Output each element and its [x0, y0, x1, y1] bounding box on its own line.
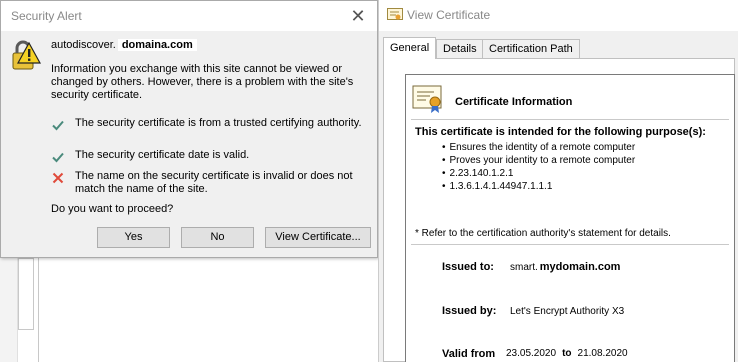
validity-range: 23.05.2020 to 21.08.2020 — [506, 348, 628, 359]
view-certificate-dialog: View Certificate General Details Certifi… — [378, 0, 738, 362]
certificate-tabs: General Details Certification Path — [383, 37, 735, 59]
background-window-strip — [0, 258, 18, 362]
check-text: The security certificate date is valid. — [75, 149, 250, 161]
check-text: The name on the security certificate is … — [75, 170, 353, 195]
valid-to-word: to — [562, 348, 572, 359]
valid-to-date: 21.08.2020 — [577, 348, 628, 359]
issued-to-label: Issued to: — [442, 261, 494, 273]
purpose-heading: This certificate is intended for the fol… — [415, 126, 706, 138]
view-certificate-titlebar: View Certificate — [379, 0, 738, 31]
background-window-panel — [18, 258, 34, 330]
view-certificate-title: View Certificate — [407, 8, 491, 22]
purpose-item: 2.23.140.1.2.1 — [442, 167, 635, 180]
certificate-icon — [387, 8, 403, 20]
green-check-icon — [52, 120, 64, 131]
issued-to-prefix: smart. — [510, 262, 538, 273]
close-button[interactable]: ✕ — [345, 3, 371, 29]
padlock-warning-icon — [12, 40, 41, 70]
check-text: The security certificate is from a trust… — [75, 117, 362, 129]
divider — [411, 244, 729, 245]
yes-button[interactable]: Yes — [97, 227, 170, 248]
refer-note: * Refer to the certification authority's… — [415, 228, 671, 239]
proceed-question: Do you want to proceed? — [51, 203, 174, 215]
background-window-divider — [38, 258, 39, 362]
certificate-info-box: Certificate Information This certificate… — [405, 74, 735, 362]
valid-from-label: Valid from — [442, 348, 496, 360]
issued-to-value: smart. mydomain.com — [510, 261, 623, 273]
issued-to-domain: mydomain.com — [537, 261, 623, 273]
purpose-item: Ensures the identity of a remote compute… — [442, 141, 636, 154]
hostname-domain: domaina.com — [117, 39, 197, 51]
view-certificate-button[interactable]: View Certificate... — [265, 227, 371, 248]
tab-details[interactable]: Details — [436, 39, 484, 59]
security-alert-dialog: Security Alert ✕ autodiscover. domaina.co… — [0, 0, 378, 258]
issued-by-label: Issued by: — [442, 305, 497, 317]
general-tab-panel: Certificate Information This certificate… — [383, 58, 735, 362]
valid-from-date: 23.05.2020 — [506, 348, 557, 359]
certificate-icon — [412, 85, 442, 113]
green-check-icon — [52, 152, 64, 163]
security-alert-title: Security Alert — [11, 9, 82, 23]
site-hostname: autodiscover. domaina.com — [51, 39, 197, 51]
background-window — [0, 258, 380, 362]
hostname-prefix: autodiscover. — [51, 39, 116, 51]
divider — [411, 119, 729, 120]
certificate-info-title: Certificate Information — [455, 96, 573, 108]
purpose-item: 1.3.6.1.4.1.44947.1.1.1 — [442, 180, 635, 193]
purpose-list: Ensures the identity of a remote compute… — [442, 141, 636, 193]
no-button[interactable]: No — [181, 227, 254, 248]
security-info-text: Information you exchange with this site … — [51, 63, 354, 101]
red-x-icon — [52, 172, 64, 184]
security-alert-titlebar: Security Alert ✕ — [1, 1, 377, 32]
tab-general[interactable]: General — [383, 37, 437, 59]
purpose-item: Proves your identity to a remote compute… — [442, 154, 636, 167]
tab-certification-path[interactable]: Certification Path — [482, 39, 580, 59]
issued-by-value: Let's Encrypt Authority X3 — [510, 306, 625, 317]
